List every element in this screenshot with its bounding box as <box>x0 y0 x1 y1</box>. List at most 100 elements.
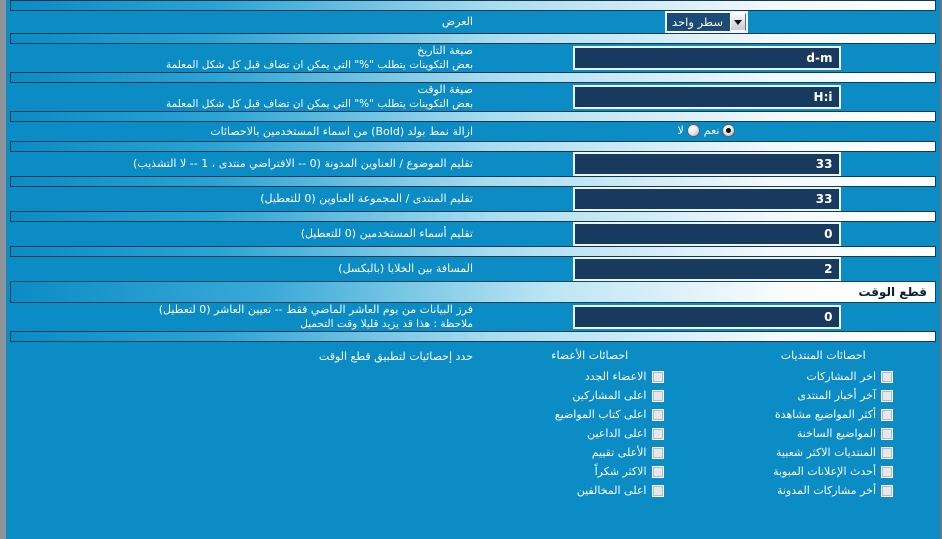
date-format-control-cell <box>473 44 940 72</box>
checkbox-forum-4[interactable] <box>881 446 893 459</box>
checkbox-forum-5[interactable] <box>881 465 893 478</box>
checkbox-member-6[interactable] <box>651 484 664 497</box>
display-label-cell: العرض <box>6 11 473 33</box>
time-format-label: صيغة الوقت <box>417 83 473 96</box>
sort-data-cutoff-label: فرز البيانات من يوم العاشر الماضي فقط --… <box>158 303 473 316</box>
checkbox-member-2-label: اعلى كتاب المواضيع <box>554 408 647 421</box>
row-cell-spacing: المسافة بين الخلايا (بالبكسل) <box>6 257 940 281</box>
gradient-divider <box>10 246 936 257</box>
checkbox-member-3[interactable] <box>651 427 664 440</box>
checkbox-item[interactable]: اخر المشاركات <box>716 367 932 386</box>
checkbox-member-4[interactable] <box>651 446 664 459</box>
date-format-input[interactable] <box>572 46 841 70</box>
settings-panel: سطر واحد العرض صيغة التاريخ بعض الت <box>0 0 942 539</box>
row-remove-bold: نعم لا ازالة نمط بولد (Bold) من اسماء ال… <box>6 122 940 141</box>
time-format-sublabel: بعض التكوينات يتطلب "%" التي يمكن ان تضا… <box>165 98 473 110</box>
display-control-cell: سطر واحد <box>473 11 940 33</box>
chevron-down-icon[interactable] <box>729 13 746 31</box>
stat-columns-cell: احصائات المنتديات اخر المشاركات آخر أخبا… <box>473 342 940 507</box>
checkbox-item[interactable]: الأعلى تقييم <box>482 443 698 462</box>
cell-spacing-control-cell <box>473 257 940 281</box>
trim-usernames-input[interactable] <box>572 222 841 246</box>
section-header-row: قطع الوقت <box>6 281 940 303</box>
checkbox-item[interactable]: الاكثر شكراً <box>482 462 698 481</box>
checkbox-member-0-label: الاعضاء الجدد <box>584 370 647 383</box>
checkbox-forum-6[interactable] <box>881 484 893 497</box>
checkbox-member-2[interactable] <box>651 408 664 421</box>
radio-yes-label: نعم <box>703 124 720 137</box>
checkbox-item[interactable]: اعلى المخالفين <box>482 481 698 500</box>
checkbox-item[interactable]: المواضيع الساخنة <box>716 424 932 443</box>
member-stats-column-title: احصائات الأعضاء <box>551 349 629 362</box>
trim-thread-titles-input[interactable] <box>572 152 841 176</box>
checkbox-member-5-label: الاكثر شكراً <box>594 465 647 478</box>
trim-usernames-control-cell <box>473 222 940 246</box>
row-date-format: صيغة التاريخ بعض التكوينات يتطلب "%" الت… <box>6 44 940 72</box>
checkbox-member-0[interactable] <box>651 370 664 383</box>
checkbox-member-1-label: اعلى المشاركين <box>572 389 647 402</box>
checkbox-member-1[interactable] <box>651 389 664 402</box>
cell-spacing-label-cell: المسافة بين الخلايا (بالبكسل) <box>6 257 473 281</box>
checkbox-forum-1[interactable] <box>881 389 893 402</box>
separator-bar <box>6 0 940 11</box>
radio-no[interactable] <box>686 124 700 137</box>
trim-forum-label-cell: تقليم المنتدى / المجموعة العناوين (0 للت… <box>6 187 473 211</box>
section-header-time-cut: قطع الوقت <box>10 281 936 303</box>
radio-yes[interactable] <box>722 124 736 137</box>
checkbox-forum-2[interactable] <box>881 408 893 421</box>
remove-bold-radio-group: نعم لا <box>678 124 736 137</box>
checkbox-item[interactable]: أخر مشاركات المدونة <box>716 481 932 500</box>
cutoff-label-cell: فرز البيانات من يوم العاشر الماضي فقط --… <box>6 303 473 331</box>
checkbox-forum-3-label: المواضيع الساخنة <box>796 427 876 440</box>
remove-bold-option-no[interactable]: لا <box>678 124 700 137</box>
display-select[interactable]: سطر واحد <box>665 11 748 33</box>
checkbox-forum-5-label: أحدث الإعلانات المبوبة <box>773 465 876 478</box>
trim-usernames-label-cell: تقليم أسماء المستخدمين (0 للتعطيل) <box>6 222 473 246</box>
row-stat-selection: احصائات المنتديات اخر المشاركات آخر أخبا… <box>6 342 940 507</box>
checkbox-item[interactable]: أكثر المواضيع مشاهدة <box>716 405 932 424</box>
checkbox-member-6-label: اعلى المخالفين <box>576 484 647 497</box>
cell-spacing-input[interactable] <box>572 257 841 281</box>
checkbox-forum-4-label: المنتديات الاكثر شعبية <box>776 446 876 459</box>
row-display: سطر واحد العرض <box>6 11 940 33</box>
checkbox-forum-6-label: أخر مشاركات المدونة <box>776 484 876 497</box>
separator-bar <box>6 211 940 222</box>
cutoff-control-cell <box>473 303 940 331</box>
display-select-value: سطر واحد <box>672 15 723 29</box>
gradient-divider <box>10 176 936 187</box>
checkbox-forum-0[interactable] <box>881 370 893 383</box>
trim-thread-label-cell: تقليم الموضوع / العناوين المدونة (0 -- ا… <box>6 152 473 176</box>
separator-bar <box>6 33 940 44</box>
sort-data-cutoff-sublabel: ملاحظة : هذا قد يزيد قليلا وقت التحميل <box>300 318 473 330</box>
checkbox-item[interactable]: اعلى كتاب المواضيع <box>482 405 698 424</box>
trim-forum-titles-input[interactable] <box>572 187 841 211</box>
sort-data-cutoff-input[interactable] <box>572 305 841 329</box>
remove-bold-option-yes[interactable]: نعم <box>704 124 736 137</box>
section-header-title: قطع الوقت <box>858 285 927 299</box>
remove-bold-label-cell: ازالة نمط بولد (Bold) من اسماء المستخدمي… <box>6 122 473 141</box>
gradient-divider <box>10 111 936 122</box>
checkbox-member-5[interactable] <box>651 465 664 478</box>
checkbox-item[interactable]: آخر أخبار المنتدى <box>716 386 932 405</box>
row-trim-usernames: تقليم أسماء المستخدمين (0 للتعطيل) <box>6 222 940 246</box>
trim-forum-titles-label: تقليم المنتدى / المجموعة العناوين (0 للت… <box>260 192 473 205</box>
gradient-divider <box>10 72 936 83</box>
trim-usernames-label: تقليم أسماء المستخدمين (0 للتعطيل) <box>300 227 473 240</box>
checkbox-item[interactable]: الاعضاء الجدد <box>482 367 698 386</box>
checkbox-item[interactable]: اعلى الداعين <box>482 424 698 443</box>
stat-selection-label-cell: حدد إحصائيات لتطبيق قطع الوقت <box>6 342 473 507</box>
gradient-divider <box>10 33 936 44</box>
remove-bold-control-cell: نعم لا <box>473 122 940 141</box>
gradient-divider <box>10 331 936 342</box>
separator-bar <box>6 111 940 122</box>
gradient-divider <box>10 0 936 11</box>
checkbox-item[interactable]: اعلى المشاركين <box>482 386 698 405</box>
checkbox-item[interactable]: أحدث الإعلانات المبوبة <box>716 462 932 481</box>
checkbox-member-3-label: اعلى الداعين <box>587 427 647 440</box>
separator-bar <box>6 331 940 342</box>
checkbox-forum-3[interactable] <box>881 427 893 440</box>
time-format-input[interactable] <box>572 85 841 109</box>
checkbox-forum-0-label: اخر المشاركات <box>806 370 876 383</box>
checkbox-item[interactable]: المنتديات الاكثر شعبية <box>716 443 932 462</box>
separator-bar <box>6 246 940 257</box>
